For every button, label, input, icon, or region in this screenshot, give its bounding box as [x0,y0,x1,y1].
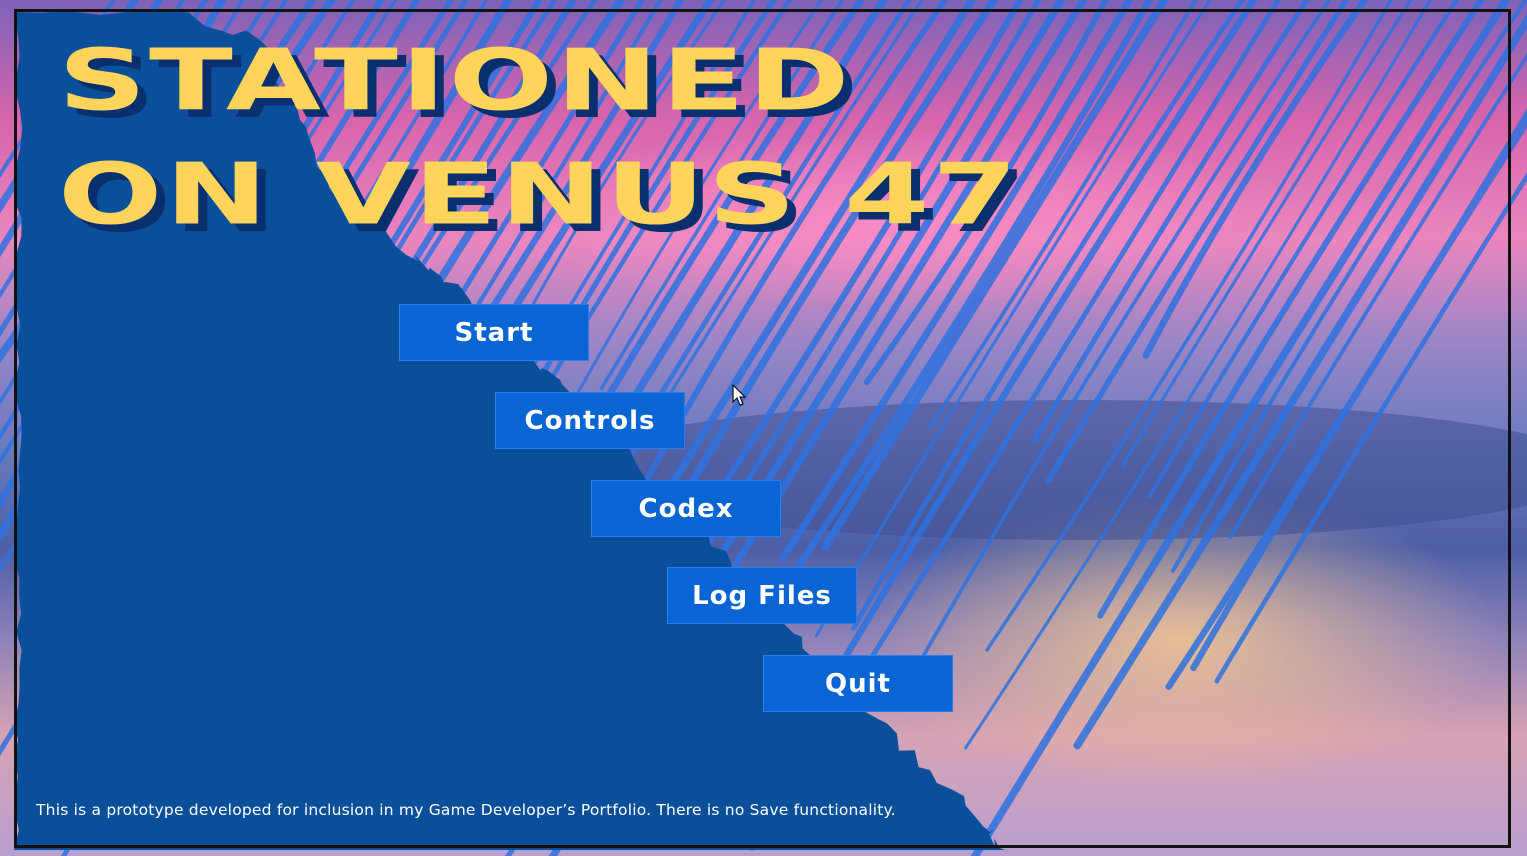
start-button[interactable]: Start [399,304,589,361]
controls-button[interactable]: Controls [495,392,685,449]
prototype-disclaimer: This is a prototype developed for inclus… [36,801,896,819]
log-files-button[interactable]: Log Files [667,567,857,624]
mouse-pointer-icon [732,384,747,406]
codex-button[interactable]: Codex [591,480,781,537]
main-menu-screen: STATIONED ON VENUS 47 Start Controls Cod… [0,0,1527,856]
game-title-line-2: ON VENUS 47 [58,144,1021,244]
game-title-line-1: STATIONED [58,30,853,130]
quit-button[interactable]: Quit [763,655,953,712]
